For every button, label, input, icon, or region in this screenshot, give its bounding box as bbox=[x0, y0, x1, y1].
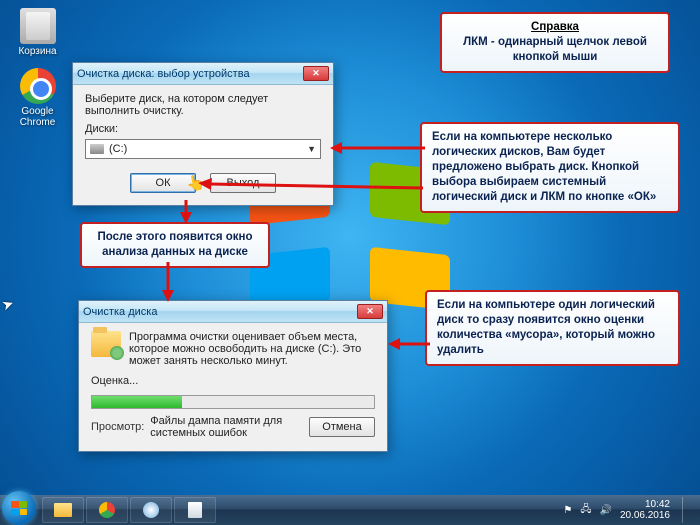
titlebar[interactable]: Очистка диска: выбор устройства ✕ bbox=[73, 63, 333, 85]
callout-multi-disk: Если на компьютере несколько логических … bbox=[420, 122, 680, 213]
callout-help: Справка ЛКМ - одинарный щелчок левой кно… bbox=[440, 12, 670, 73]
selected-disk: (C:) bbox=[109, 143, 127, 155]
show-desktop-button[interactable] bbox=[682, 497, 692, 523]
taskbar-clock[interactable]: 10:42 20.06.2016 bbox=[620, 499, 670, 522]
callout-body: ЛКМ - одинарный щелчок левой кнопкой мыш… bbox=[452, 35, 658, 65]
start-button[interactable] bbox=[2, 491, 36, 525]
instruction-text: Выберите диск, на котором следует выполн… bbox=[85, 93, 321, 117]
taskbar-app[interactable] bbox=[174, 497, 216, 523]
annotation-arrow bbox=[330, 140, 425, 160]
callout-single-disk: Если на компьютере один логический диск … bbox=[425, 290, 680, 366]
taskbar-app[interactable] bbox=[130, 497, 172, 523]
score-label: Оценка... bbox=[91, 375, 375, 387]
tray-flag-icon: ⚑ bbox=[563, 505, 572, 516]
close-button[interactable]: ✕ bbox=[357, 304, 383, 319]
view-label: Просмотр: bbox=[91, 421, 144, 433]
callout-after-ok: После этого появится окно анализа данных… bbox=[80, 222, 270, 268]
system-tray[interactable]: ⚑ 🖧 🔊 10:42 20.06.2016 bbox=[555, 497, 700, 523]
desktop-icon-label: Google Chrome bbox=[10, 106, 65, 128]
chevron-down-icon: ▼ bbox=[307, 144, 316, 154]
disks-label: Диски: bbox=[85, 123, 321, 135]
desktop-icon-label: Корзина bbox=[10, 46, 65, 57]
desktop-icon-chrome[interactable]: Google Chrome bbox=[10, 68, 65, 128]
progress-bar bbox=[91, 395, 375, 409]
close-button[interactable]: ✕ bbox=[303, 66, 329, 81]
clock-time: 10:42 bbox=[620, 499, 670, 511]
hand-cursor-icon: 👆 bbox=[185, 173, 207, 194]
chrome-icon bbox=[20, 68, 56, 104]
clock-date: 20.06.2016 bbox=[620, 510, 670, 522]
exit-button[interactable]: Выход bbox=[210, 173, 276, 193]
desktop-icon-recycle-bin[interactable]: Корзина bbox=[10, 8, 65, 57]
tray-volume-icon: 🔊 bbox=[599, 505, 611, 516]
callout-heading: Справка bbox=[452, 20, 658, 35]
disk-icon bbox=[90, 144, 104, 154]
taskbar-chrome[interactable] bbox=[86, 497, 128, 523]
taskbar: ⚑ 🖧 🔊 10:42 20.06.2016 bbox=[0, 495, 700, 525]
window-title: Очистка диска: выбор устройства bbox=[77, 68, 250, 80]
mouse-cursor-icon: ➤ bbox=[0, 295, 16, 315]
trash-icon bbox=[20, 8, 56, 44]
titlebar[interactable]: Очистка диска ✕ bbox=[79, 301, 387, 323]
chrome-icon bbox=[99, 502, 115, 518]
taskbar-explorer[interactable] bbox=[42, 497, 84, 523]
folder-icon bbox=[54, 503, 72, 517]
cleanup-folder-icon bbox=[91, 331, 121, 357]
view-value: Файлы дампа памяти для системных ошибок bbox=[150, 415, 297, 439]
annotation-arrow bbox=[160, 262, 176, 302]
tray-network-icon: 🖧 bbox=[580, 502, 591, 519]
app-icon bbox=[143, 502, 159, 518]
window-title: Очистка диска bbox=[83, 306, 157, 318]
disk-dropdown[interactable]: (C:) ▼ bbox=[85, 139, 321, 159]
cancel-button[interactable]: Отмена bbox=[309, 417, 375, 437]
annotation-arrow bbox=[388, 336, 430, 352]
disk-cleanup-progress-dialog: Очистка диска ✕ Программа очистки оценив… bbox=[78, 300, 388, 452]
app-icon bbox=[188, 502, 202, 518]
progress-text: Программа очистки оценивает объем места,… bbox=[129, 331, 375, 367]
